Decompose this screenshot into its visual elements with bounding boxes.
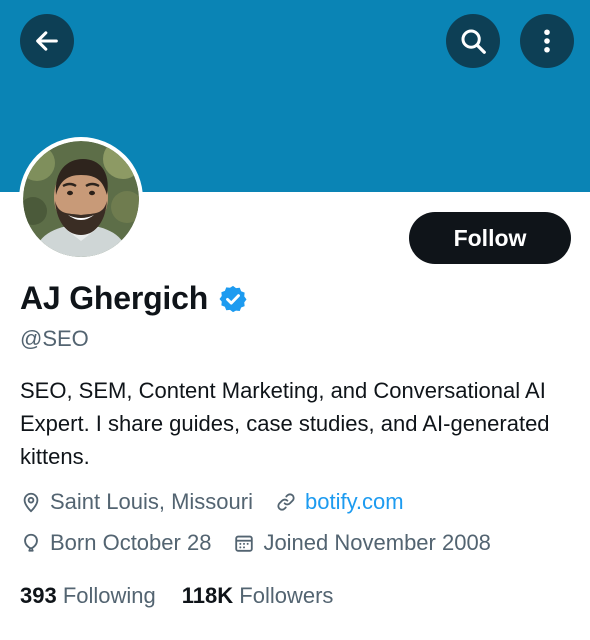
display-name: AJ Ghergich bbox=[20, 280, 209, 316]
more-options-button[interactable] bbox=[520, 14, 574, 68]
follow-button[interactable]: Follow bbox=[409, 212, 571, 264]
verified-badge-icon[interactable] bbox=[218, 284, 248, 314]
followers-stat[interactable]: 118K Followers bbox=[182, 583, 334, 609]
calendar-icon bbox=[235, 535, 254, 552]
joined-item: Joined November 2008 bbox=[233, 530, 491, 556]
website-link[interactable]: botify.com bbox=[305, 489, 404, 515]
followers-label: Followers bbox=[239, 583, 334, 608]
location-item: Saint Louis, Missouri bbox=[20, 489, 253, 515]
username-handle: @SEO bbox=[20, 326, 89, 351]
profile-meta-row-2: Born October 28 Joined November 2008 bbox=[20, 530, 513, 556]
more-vertical-icon bbox=[544, 29, 550, 53]
following-label: Following bbox=[62, 583, 156, 608]
following-count: 393 bbox=[20, 583, 57, 608]
birthday-text: Born October 28 bbox=[50, 530, 212, 555]
profile-meta-row-1: Saint Louis, Missouri botify.com bbox=[20, 489, 426, 515]
back-button[interactable] bbox=[20, 14, 74, 68]
profile-name-row: AJ Ghergich bbox=[20, 280, 248, 317]
search-icon bbox=[461, 29, 486, 54]
profile-bio: SEO, SEM, Content Marketing, and Convers… bbox=[20, 378, 550, 469]
link-icon bbox=[277, 493, 295, 511]
search-button[interactable] bbox=[446, 14, 500, 68]
birthday-item: Born October 28 bbox=[20, 530, 211, 556]
website-item[interactable]: botify.com bbox=[275, 489, 404, 515]
avatar[interactable] bbox=[19, 137, 143, 261]
followers-count: 118K bbox=[181, 583, 234, 608]
location-text: Saint Louis, Missouri bbox=[50, 489, 253, 514]
balloon-icon bbox=[24, 533, 38, 552]
joined-text: Joined November 2008 bbox=[263, 530, 491, 555]
follow-stats: 393 Following 118K Followers bbox=[20, 583, 359, 609]
following-stat[interactable]: 393 Following bbox=[20, 583, 156, 609]
avatar-photo bbox=[23, 141, 139, 257]
location-pin-icon bbox=[23, 492, 39, 513]
arrow-left-icon bbox=[36, 31, 58, 51]
